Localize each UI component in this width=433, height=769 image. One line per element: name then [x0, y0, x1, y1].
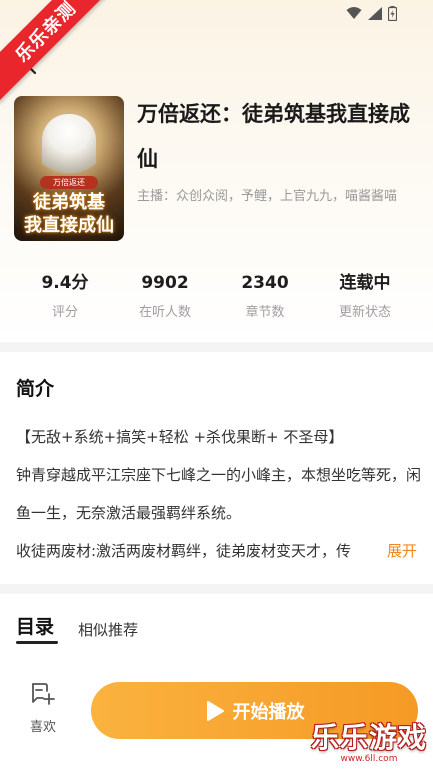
- status-bar: [346, 6, 397, 21]
- cover-figure: [42, 114, 96, 184]
- expand-button[interactable]: 展开: [384, 532, 417, 570]
- book-title: 万倍返还：徒弟筑基我直接成仙: [137, 102, 410, 171]
- stat-listeners: 9902 在听人数: [115, 268, 215, 320]
- like-button[interactable]: 喜欢: [20, 682, 66, 735]
- expand-fade: [345, 538, 385, 566]
- stat-label: 章节数: [245, 305, 285, 320]
- battery-icon: [388, 6, 397, 21]
- like-label: 喜欢: [29, 720, 56, 735]
- stat-chapters: 2340 章节数: [215, 268, 315, 320]
- intro-tags: 【无敌+系统+搞笑+轻松 +杀伐果断+ 不圣母】: [16, 428, 344, 446]
- cover-title-line2: 我直接成仙: [24, 215, 114, 236]
- stat-label: 在听人数: [138, 305, 191, 320]
- watermark-name: 乐乐游戏: [310, 721, 427, 754]
- intro-paragraph: 钟青穿越成平江宗座下七峰之一的小峰主，本想坐吃等死，闲鱼一生，无奈激活最强羁绊系…: [16, 466, 421, 522]
- signal-icon: [368, 7, 382, 20]
- tab-related[interactable]: 相似推荐: [78, 619, 138, 640]
- book-detail-screen: 万倍返还 徒弟筑基 我直接成仙 万倍返还：徒弟筑基我直接成仙 主播：众创众阅，予…: [0, 0, 433, 769]
- stat-label: 评分: [51, 305, 78, 320]
- play-label: 开始播放: [232, 701, 305, 723]
- play-icon: [206, 700, 224, 721]
- intro-section: 简介 【无敌+系统+搞笑+轻松 +杀伐果断+ 不圣母】 钟青穿越成平江宗座下七峰…: [0, 352, 433, 584]
- intro-heading: 简介: [16, 378, 55, 400]
- stat-status: 连载中 更新状态: [315, 268, 415, 320]
- book-cover[interactable]: 万倍返还 徒弟筑基 我直接成仙: [14, 96, 124, 241]
- tab-catalog[interactable]: 目录: [16, 612, 54, 639]
- stat-value: 9.4分: [41, 273, 89, 293]
- book-header: 万倍返还 徒弟筑基 我直接成仙 万倍返还：徒弟筑基我直接成仙 主播：众创众阅，予…: [0, 0, 433, 342]
- book-anchors: 主播：众创众阅，予鲤，上官九九，喵酱酱喵: [137, 189, 398, 204]
- tab-indicator: [16, 641, 58, 644]
- stat-value: 2340: [241, 273, 289, 293]
- add-to-favorites-icon: [32, 683, 55, 705]
- stat-value: 9902: [141, 273, 189, 293]
- site-watermark: 乐乐游戏 www.6ll.com: [309, 716, 429, 764]
- stat-label: 更新状态: [338, 305, 391, 320]
- book-stats: 9.4分 评分 9902 在听人数 2340 章节数 连载中 更新状态: [0, 268, 433, 320]
- stat-value: 连载中: [339, 273, 391, 293]
- stat-rating: 9.4分 评分: [15, 268, 115, 320]
- wifi-icon: [346, 7, 362, 20]
